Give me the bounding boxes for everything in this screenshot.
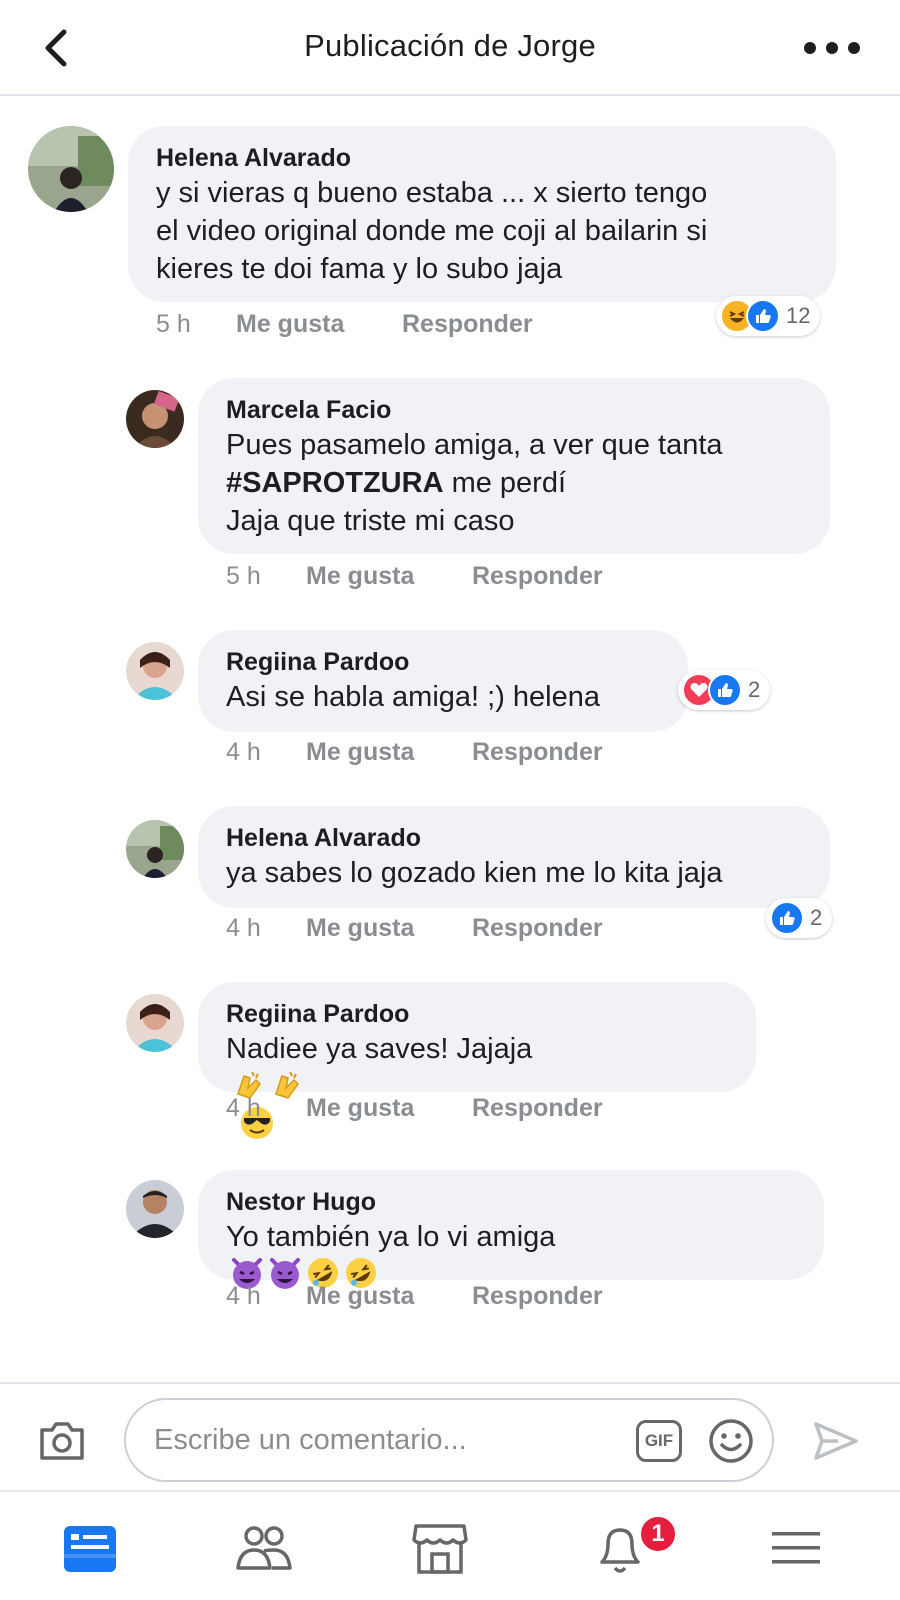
camera-icon xyxy=(40,1422,84,1460)
comment-actions: 4 h Me gusta Responder xyxy=(226,738,603,767)
reaction-count: 12 xyxy=(786,303,811,328)
reaction-summary[interactable]: 2 xyxy=(678,670,771,710)
bottom-tab-bar: 1 xyxy=(0,1490,900,1600)
comment-text: Nadiee ya saves! Jajaja xyxy=(226,1030,728,1144)
reply-link[interactable]: Responder xyxy=(402,310,533,339)
comment-timestamp: 4 h xyxy=(226,914,261,942)
like-link[interactable]: Me gusta xyxy=(306,738,472,767)
like-link[interactable]: Me gusta xyxy=(236,310,402,339)
hashtag-link[interactable]: #SAPROTZURA xyxy=(226,467,444,499)
reaction-summary[interactable]: 2 xyxy=(766,898,833,938)
comment: Regiina Pardoo Asi se habla amiga! ;) he… xyxy=(0,628,900,788)
avatar[interactable] xyxy=(126,994,184,1052)
top-bar: Publicación de Jorge xyxy=(0,0,900,96)
comment-bubble[interactable]: Marcela Facio Pues pasamelo amiga, a ver… xyxy=(198,378,830,554)
comment-text: y si vieras q bueno estaba ... x sierto … xyxy=(156,177,708,285)
reply-link[interactable]: Responder xyxy=(472,738,603,767)
reply-link[interactable]: Responder xyxy=(472,562,603,591)
comment-timestamp: 5 h xyxy=(156,310,191,338)
comment-text: Asi se habla amiga! ;) helena xyxy=(226,681,600,713)
comment-author[interactable]: Nestor Hugo xyxy=(226,1186,796,1218)
page-title: Publicación de Jorge xyxy=(304,28,596,63)
comment-timestamp: 4 h xyxy=(226,1282,261,1310)
menu-icon xyxy=(772,1532,820,1564)
comment: Helena Alvarado ya sabes lo gozado kien … xyxy=(0,804,900,964)
comment-author[interactable]: Regiina Pardoo xyxy=(226,998,728,1030)
reply-link[interactable]: Responder xyxy=(472,914,603,943)
send-icon xyxy=(814,1422,858,1460)
gif-button[interactable]: GIF xyxy=(636,1420,682,1462)
tab-news-feed[interactable] xyxy=(60,1518,120,1578)
smiley-icon xyxy=(709,1419,753,1463)
more-options-button[interactable] xyxy=(804,34,860,62)
like-reaction-icon xyxy=(770,901,804,935)
comment: Regiina Pardoo Nadiee ya saves! Jajaja 4… xyxy=(0,980,900,1150)
comment-author[interactable]: Helena Alvarado xyxy=(156,142,808,174)
notification-badge: 1 xyxy=(638,1514,678,1554)
reply-link[interactable]: Responder xyxy=(472,1094,603,1123)
comment: Helena Alvarado y si vieras q bueno esta… xyxy=(0,96,900,356)
comment-timestamp: 4 h xyxy=(226,1094,261,1122)
avatar[interactable] xyxy=(126,642,184,700)
comment-bubble[interactable]: Regiina Pardoo Asi se habla amiga! ;) he… xyxy=(198,630,688,732)
comment-author[interactable]: Helena Alvarado xyxy=(226,822,802,854)
comment-bubble[interactable]: Helena Alvarado y si vieras q bueno esta… xyxy=(128,126,836,302)
marketplace-icon xyxy=(412,1524,468,1574)
like-link[interactable]: Me gusta xyxy=(306,1282,472,1311)
camera-button[interactable] xyxy=(38,1418,86,1462)
like-link[interactable]: Me gusta xyxy=(306,1094,472,1123)
avatar[interactable] xyxy=(28,126,114,212)
comment-actions: 4 h Me gusta Responder xyxy=(226,1282,603,1311)
comment-actions: 4 h Me gusta Responder xyxy=(226,914,603,943)
tab-friends[interactable] xyxy=(234,1518,294,1578)
comment-composer: GIF xyxy=(0,1382,900,1490)
comment: Nestor Hugo Yo también ya lo vi amiga 4 … xyxy=(0,1168,900,1338)
reaction-summary[interactable]: 12 xyxy=(716,296,821,336)
comment-bubble[interactable]: Helena Alvarado ya sabes lo gozado kien … xyxy=(198,806,830,908)
comment-actions: 5 h Me gusta Responder xyxy=(156,310,533,339)
comment-text: ya sabes lo gozado kien me lo kita jaja xyxy=(226,857,723,889)
avatar[interactable] xyxy=(126,390,184,448)
comment: Marcela Facio Pues pasamelo amiga, a ver… xyxy=(0,376,900,616)
friends-icon xyxy=(236,1526,292,1570)
tab-marketplace[interactable] xyxy=(410,1518,470,1578)
reaction-count: 2 xyxy=(748,677,761,702)
like-link[interactable]: Me gusta xyxy=(306,914,472,943)
emoji-button[interactable] xyxy=(708,1418,754,1464)
avatar[interactable] xyxy=(126,1180,184,1238)
more-dots-icon xyxy=(804,42,816,54)
like-reaction-icon xyxy=(746,299,780,333)
like-reaction-icon xyxy=(708,673,742,707)
comment-author[interactable]: Marcela Facio xyxy=(226,394,802,426)
comment-bubble[interactable]: Regiina Pardoo Nadiee ya saves! Jajaja xyxy=(198,982,756,1139)
comment-bubble[interactable]: Nestor Hugo Yo también ya lo vi amiga xyxy=(198,1170,824,1289)
comment-text: Pues pasamelo amiga, a ver que tanta #SAP… xyxy=(226,429,723,537)
like-link[interactable]: Me gusta xyxy=(306,562,472,591)
send-button[interactable] xyxy=(812,1420,860,1462)
comment-actions: 4 h Me gusta Responder xyxy=(226,1094,603,1123)
comment-author[interactable]: Regiina Pardoo xyxy=(226,646,660,678)
comment-list: Helena Alvarado y si vieras q bueno esta… xyxy=(0,96,900,1382)
comment-timestamp: 5 h xyxy=(226,562,261,590)
avatar[interactable] xyxy=(126,820,184,878)
comment-timestamp: 4 h xyxy=(226,738,261,766)
reaction-count: 2 xyxy=(810,905,823,930)
comment-actions: 5 h Me gusta Responder xyxy=(226,562,603,591)
news-feed-icon xyxy=(64,1526,116,1572)
tab-menu[interactable] xyxy=(766,1518,826,1578)
reply-link[interactable]: Responder xyxy=(472,1282,603,1311)
